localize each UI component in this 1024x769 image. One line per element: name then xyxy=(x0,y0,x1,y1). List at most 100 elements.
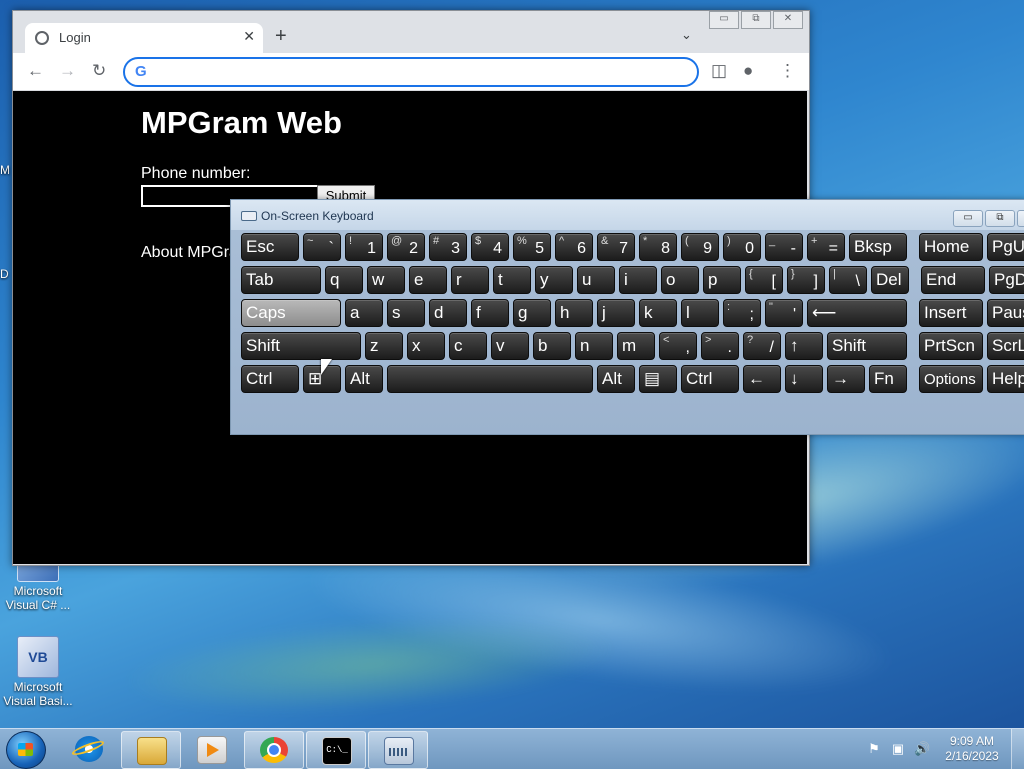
key-caps[interactable]: Caps xyxy=(241,299,341,327)
key-scrlk[interactable]: ScrLk xyxy=(987,332,1024,360)
key-symbol[interactable]: | \ xyxy=(829,266,867,294)
profile-icon[interactable]: ● xyxy=(743,61,753,81)
key-symbol[interactable]: ⟵ xyxy=(807,299,907,327)
key-ctrl[interactable]: Ctrl xyxy=(241,365,299,393)
taskbar-chrome[interactable] xyxy=(244,731,304,769)
show-desktop-button[interactable] xyxy=(1011,729,1024,769)
key-shift[interactable]: Shift xyxy=(241,332,361,360)
volume-icon[interactable]: 🔊 xyxy=(914,741,930,757)
key-9[interactable]: (9 xyxy=(681,233,719,261)
key-a[interactable]: a xyxy=(345,299,383,327)
key-p[interactable]: p xyxy=(703,266,741,294)
key-m[interactable]: m xyxy=(617,332,655,360)
tab-search-icon[interactable]: ⌄ xyxy=(681,27,692,43)
taskbar-media-player[interactable] xyxy=(182,731,240,767)
key-symbol[interactable]: ↓ xyxy=(785,365,823,393)
key-symbol[interactable]: >. xyxy=(701,332,739,360)
forward-icon[interactable]: → xyxy=(59,61,76,81)
start-button[interactable] xyxy=(6,731,46,769)
key-symbol[interactable]: " ' xyxy=(765,299,803,327)
key-pgup[interactable]: PgUp xyxy=(987,233,1024,261)
restore-button[interactable]: ⧉ xyxy=(741,11,771,29)
key-i[interactable]: i xyxy=(619,266,657,294)
key-symbol[interactable]: + = xyxy=(807,233,845,261)
key-r[interactable]: r xyxy=(451,266,489,294)
key-h[interactable]: h xyxy=(555,299,593,327)
clock[interactable]: 9:09 AM 2/16/2023 xyxy=(944,734,1000,764)
osk-title-bar[interactable]: On-Screen Keyboard ▭ ⧉ xyxy=(231,200,1024,230)
key-fn[interactable]: Fn xyxy=(869,365,907,393)
close-button[interactable]: ✕ xyxy=(773,11,803,29)
key-n[interactable]: n xyxy=(575,332,613,360)
key-help[interactable]: Help xyxy=(987,365,1024,393)
key-k[interactable]: k xyxy=(639,299,677,327)
key-bksp[interactable]: Bksp xyxy=(849,233,907,261)
key-5[interactable]: % 5 xyxy=(513,233,551,261)
key-0[interactable]: ) 0 xyxy=(723,233,761,261)
key-l[interactable]: l xyxy=(681,299,719,327)
osk-close-button[interactable] xyxy=(1017,210,1024,227)
address-input[interactable] xyxy=(155,62,679,82)
tab-login[interactable]: Login ✕ xyxy=(25,23,263,53)
key-symbol[interactable]: <, xyxy=(659,332,697,360)
key-e[interactable]: e xyxy=(409,266,447,294)
key-j[interactable]: j xyxy=(597,299,635,327)
key-insert[interactable]: Insert xyxy=(919,299,983,327)
key-t[interactable]: t xyxy=(493,266,531,294)
address-bar[interactable]: G xyxy=(123,57,699,87)
taskbar-internet-explorer[interactable] xyxy=(60,731,118,767)
key-symbol[interactable]: ▤ xyxy=(639,365,677,393)
key-7[interactable]: & 7 xyxy=(597,233,635,261)
key-pause[interactable]: Pause xyxy=(987,299,1024,327)
key-6[interactable]: ^ 6 xyxy=(555,233,593,261)
key-space[interactable] xyxy=(387,365,593,393)
key-v[interactable]: v xyxy=(491,332,529,360)
key-symbol[interactable]: → xyxy=(827,365,865,393)
minimize-button[interactable]: ▭ xyxy=(709,11,739,29)
key-s[interactable]: s xyxy=(387,299,425,327)
key-x[interactable]: x xyxy=(407,332,445,360)
key-8[interactable]: * 8 xyxy=(639,233,677,261)
osk-restore-button[interactable]: ⧉ xyxy=(985,210,1015,227)
key-symbol[interactable]: ← xyxy=(743,365,781,393)
desktop-icon-visual-basic[interactable]: VB Microsoft Visual Basi... xyxy=(0,636,76,708)
back-icon[interactable]: ← xyxy=(27,61,44,81)
key-3[interactable]: #3 xyxy=(429,233,467,261)
key-pgdn[interactable]: PgDn xyxy=(989,266,1024,294)
key-options[interactable]: Options xyxy=(919,365,983,393)
action-center-flag-icon[interactable]: ⚑ xyxy=(866,741,882,757)
key-symbol[interactable]: _ - xyxy=(765,233,803,261)
key-1[interactable]: ! 1 xyxy=(345,233,383,261)
key-b[interactable]: b xyxy=(533,332,571,360)
key-shift[interactable]: Shift xyxy=(827,332,907,360)
key-4[interactable]: $4 xyxy=(471,233,509,261)
key-g[interactable]: g xyxy=(513,299,551,327)
key-alt[interactable]: Alt xyxy=(597,365,635,393)
key-ctrl[interactable]: Ctrl xyxy=(681,365,739,393)
key-home[interactable]: Home xyxy=(919,233,983,261)
key-symbol[interactable]: {[ xyxy=(745,266,783,294)
taskbar-file-explorer[interactable] xyxy=(121,731,181,769)
key-w[interactable]: w xyxy=(367,266,405,294)
key-symbol[interactable]: }] xyxy=(787,266,825,294)
key-q[interactable]: q xyxy=(325,266,363,294)
key-end[interactable]: End xyxy=(921,266,985,294)
key-symbol[interactable]: ? / xyxy=(743,332,781,360)
key-prtscn[interactable]: PrtScn xyxy=(919,332,983,360)
menu-icon[interactable]: ⋮ xyxy=(779,61,796,81)
taskbar-command-prompt[interactable]: C:\_ xyxy=(306,731,366,769)
key-tab[interactable]: Tab xyxy=(241,266,321,294)
key-u[interactable]: u xyxy=(577,266,615,294)
key-o[interactable]: o xyxy=(661,266,699,294)
key-symbol[interactable]: ~ ` xyxy=(303,233,341,261)
key-z[interactable]: z xyxy=(365,332,403,360)
key-2[interactable]: @2 xyxy=(387,233,425,261)
key-c[interactable]: c xyxy=(449,332,487,360)
osk-minimize-button[interactable]: ▭ xyxy=(953,210,983,227)
key-del[interactable]: Del xyxy=(871,266,909,294)
network-icon[interactable]: ▣ xyxy=(890,741,906,757)
key-esc[interactable]: Esc xyxy=(241,233,299,261)
key-alt[interactable]: Alt xyxy=(345,365,383,393)
key-symbol[interactable]: ↑ xyxy=(785,332,823,360)
key-symbol[interactable]: :; xyxy=(723,299,761,327)
